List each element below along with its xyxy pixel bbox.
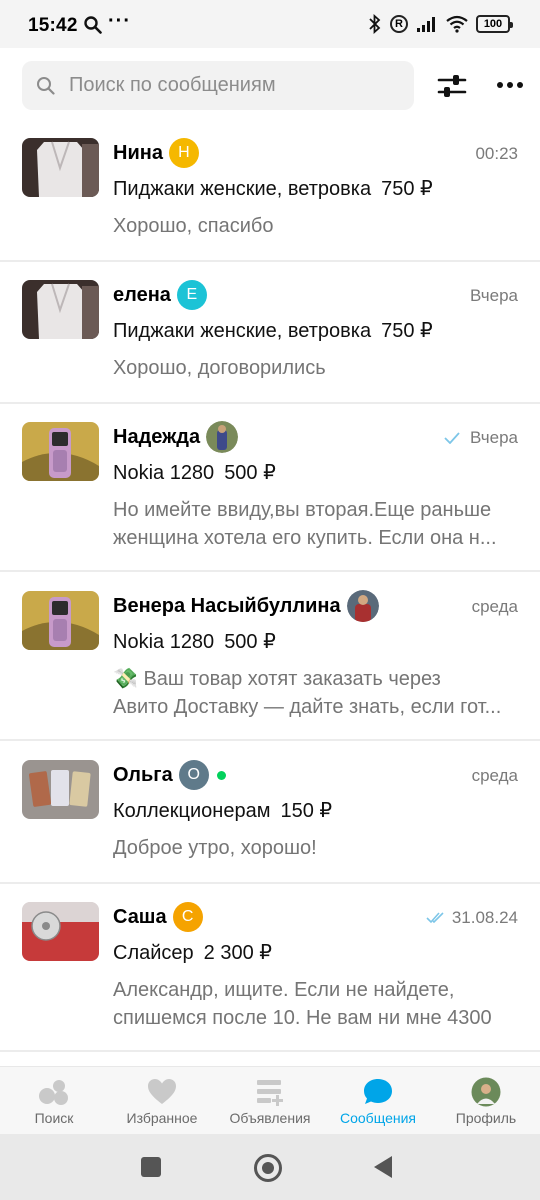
message-time: 00:23 xyxy=(475,144,518,163)
listing-price: 500 ₽ xyxy=(224,631,276,653)
more-horizontal-icon[interactable] xyxy=(494,74,526,96)
listing-thumbnail xyxy=(22,138,99,197)
last-message: Хорошо, договорились xyxy=(113,357,326,379)
last-message: Александр, ищите. Если не найдете, спише… xyxy=(113,979,492,1029)
contact-name: Венера Насыйбуллина xyxy=(113,594,341,617)
avatar xyxy=(206,421,239,453)
chat-item[interactable]: Венера Насыйбуллина среда Nokia 1280 500 … xyxy=(0,577,540,741)
sliders-icon[interactable] xyxy=(436,72,468,100)
message-time: среда xyxy=(471,766,518,785)
last-message: Но имейте ввиду,вы вторая.Еще раньше жен… xyxy=(113,499,497,549)
listing-title: Коллекционерам 150 ₽ xyxy=(113,800,333,822)
nav-favorites[interactable]: Избранное xyxy=(108,1067,216,1135)
nav-search[interactable]: Поиск xyxy=(0,1067,108,1135)
signal-icon xyxy=(417,17,435,32)
chat-item[interactable]: Саша С 31.08.24 Слайсер 2 300 ₽ Александр… xyxy=(0,888,540,1052)
last-message: Хорошо, спасибо xyxy=(113,215,274,237)
listing-thumbnail xyxy=(22,760,99,819)
contact-name: Саша xyxy=(113,905,167,928)
listing-price: 750 ₽ xyxy=(381,178,433,200)
listing-thumbnail xyxy=(22,422,99,481)
listing-price: 2 300 ₽ xyxy=(203,942,272,964)
contact-name: елена xyxy=(113,283,171,306)
profile-avatar-icon xyxy=(471,1077,501,1107)
notification-dots: ··· xyxy=(108,10,131,32)
last-message: Доброе утро, хорошо! xyxy=(113,837,317,859)
listing-title: Пиджаки женские, ветровка 750 ₽ xyxy=(113,178,433,200)
battery-icon: 100 xyxy=(476,15,513,33)
search-bubbles-icon xyxy=(39,1080,68,1105)
chat-item[interactable]: Ольга О среда Коллекционерам 150 ₽ Доброе… xyxy=(0,746,540,884)
message-time: 31.08.24 xyxy=(426,908,518,928)
online-indicator xyxy=(216,770,226,780)
search-icon xyxy=(84,16,102,34)
recents-button[interactable] xyxy=(141,1157,161,1177)
listing-thumbnail xyxy=(22,902,99,961)
message-time: среда xyxy=(471,597,518,616)
message-time: Вчера xyxy=(444,428,518,448)
message-time: Вчера xyxy=(470,286,518,305)
bluetooth-icon xyxy=(369,14,381,34)
home-button[interactable] xyxy=(254,1154,282,1182)
last-message: 💸 Ваш товар хотят заказать через Авито Д… xyxy=(113,668,502,718)
bottom-navigation: Поиск Избранное Объявления Сообщения Про… xyxy=(0,1066,540,1134)
search-placeholder: Поиск по сообщениям xyxy=(69,74,276,96)
avatar xyxy=(346,590,379,622)
listing-title: Пиджаки женские, ветровка 750 ₽ xyxy=(113,320,433,342)
chat-item[interactable]: елена Е Вчера Пиджаки женские, ветровка 7… xyxy=(0,266,540,404)
system-navigation-bar xyxy=(0,1134,540,1200)
listing-price: 500 ₽ xyxy=(224,462,276,484)
avatar-badge: С xyxy=(172,902,203,932)
search-icon xyxy=(37,77,55,95)
check-icon xyxy=(444,432,460,444)
listing-title: Слайсер 2 300 ₽ xyxy=(113,942,272,964)
wifi-icon xyxy=(446,15,468,33)
chat-bubble-icon xyxy=(364,1079,392,1104)
contact-name: Надежда xyxy=(113,425,201,448)
listing-price: 150 ₽ xyxy=(280,800,333,822)
nav-profile[interactable]: Профиль xyxy=(432,1067,540,1135)
nav-messages[interactable]: Сообщения xyxy=(324,1067,432,1135)
chat-item[interactable]: Нина Н 00:23 Пиджаки женские, ветровка 75… xyxy=(0,124,540,262)
back-button[interactable] xyxy=(374,1156,392,1178)
listings-add-icon xyxy=(257,1080,283,1106)
avatar-badge: Е xyxy=(176,280,207,310)
listing-title: Nokia 1280 500 ₽ xyxy=(113,631,276,653)
listing-thumbnail xyxy=(22,591,99,650)
status-time: 15:42 xyxy=(28,15,78,36)
listing-price: 750 ₽ xyxy=(381,320,433,342)
listing-thumbnail xyxy=(22,280,99,339)
chat-item[interactable]: Надежда Вчера Nokia 1280 500 ₽ Но имейте … xyxy=(0,408,540,572)
contact-name: Нина xyxy=(113,141,163,164)
heart-icon xyxy=(148,1079,176,1104)
avatar-badge: О xyxy=(178,760,209,790)
nav-listings[interactable]: Объявления xyxy=(216,1067,324,1135)
listing-title: Nokia 1280 500 ₽ xyxy=(113,462,276,484)
status-bar: 15:42 ··· R 100 xyxy=(0,0,540,48)
registered-icon: R xyxy=(390,15,408,33)
search-input[interactable]: Поиск по сообщениям xyxy=(22,61,414,110)
status-icons: R 100 xyxy=(368,14,513,34)
avatar-badge: Н xyxy=(168,138,199,168)
double-check-icon xyxy=(426,912,444,924)
contact-name: Ольга xyxy=(113,763,173,786)
